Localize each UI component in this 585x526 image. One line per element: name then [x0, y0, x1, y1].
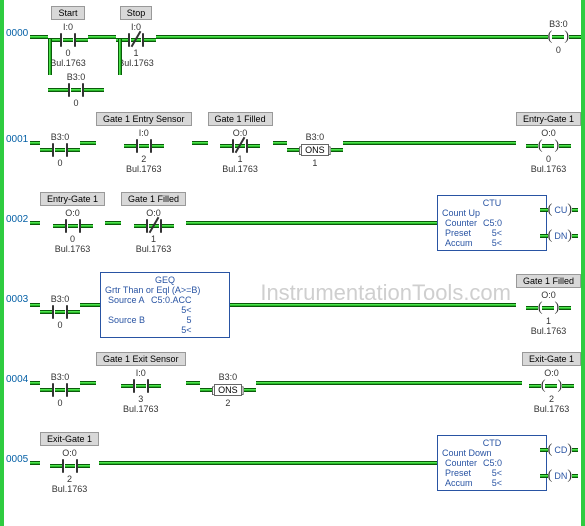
geq-block: GEQ Grtr Than or Eql (A>=B) Source AC5:0… [100, 272, 230, 338]
contact-exit-gate1: Exit-Gate 1 O:0 2 Bul.1763 [40, 432, 99, 494]
rung-3: 0003 B3:0 0 GEQ Grtr Than or Eql (A>=B) … [4, 266, 581, 346]
contact-stop: Stop I:0 1 Bul.1763 [116, 6, 156, 68]
ladder-diagram: InstrumentationTools.com 0000 Start I:0 … [0, 0, 585, 526]
rung-number: 0001 [4, 112, 30, 145]
output-exit-gate1: Exit-Gate 1 O:0 () 2 Bul.1763 [522, 352, 581, 414]
output-gate1-filled: Gate 1 Filled O:0 () 1 Bul.1763 [516, 274, 581, 336]
no-contact-icon [60, 33, 76, 47]
rung-number: 0002 [4, 192, 30, 225]
rung-4: 0004 B3:0 0 Gate 1 Exit Sensor I:0 3 Bul… [4, 346, 581, 426]
contact-b3-0: B3:0 0 [40, 118, 80, 168]
rung-1: 0001 B3:0 0 Gate 1 Entry Sensor I:0 2 Bu… [4, 106, 581, 186]
contact-gate1-filled-2: Gate 1 Filled O:0 1 Bul.1763 [121, 192, 186, 254]
contact-exit-sensor: Gate 1 Exit Sensor I:0 3 Bul.1763 [96, 352, 186, 414]
ctu-block: CTU Count Up CounterC5:0 Preset5< Accum5… [437, 195, 547, 251]
rung-5: 0005 Exit-Gate 1 O:0 2 Bul.1763 CTD Coun… [4, 426, 581, 506]
rung-0: 0000 Start I:0 0 Bul.1763 Stop I:0 [4, 0, 581, 80]
rung-number: 0005 [4, 432, 30, 465]
contact-entry-gate1: Entry-Gate 1 O:0 0 Bul.1763 [40, 192, 105, 254]
rung-number: 0004 [4, 352, 30, 385]
rung-number: 0003 [4, 272, 30, 305]
contact-entry-sensor: Gate 1 Entry Sensor I:0 2 Bul.1763 [96, 112, 192, 174]
ons-b3-2: B3:0 [ONS] 2 [200, 358, 257, 408]
contact-gate1-filled: Gate 1 Filled O:0 1 Bul.1763 [208, 112, 273, 174]
nc-contact-icon [128, 33, 144, 47]
ctd-block: CTD Count Down CounterC5:0 Preset5< Accu… [437, 435, 547, 491]
output-entry-gate1: Entry-Gate 1 O:0 () 0 Bul.1763 [516, 112, 581, 174]
ons-b3-1: B3:0 [ONS] 1 [287, 118, 344, 168]
contact-b3-0-r4: B3:0 0 [40, 358, 80, 408]
rung-2: 0002 Entry-Gate 1 O:0 0 Bul.1763 Gate 1 … [4, 186, 581, 266]
contact-b3-0-r3: B3:0 0 [40, 280, 80, 330]
rung-number: 0000 [4, 6, 30, 39]
parallel-contact-b3-0: B3:0 0 [56, 72, 96, 108]
output-coil-b3-0: B3:0 () 0 [536, 19, 581, 55]
contact-start: Start I:0 0 Bul.1763 [48, 6, 88, 68]
